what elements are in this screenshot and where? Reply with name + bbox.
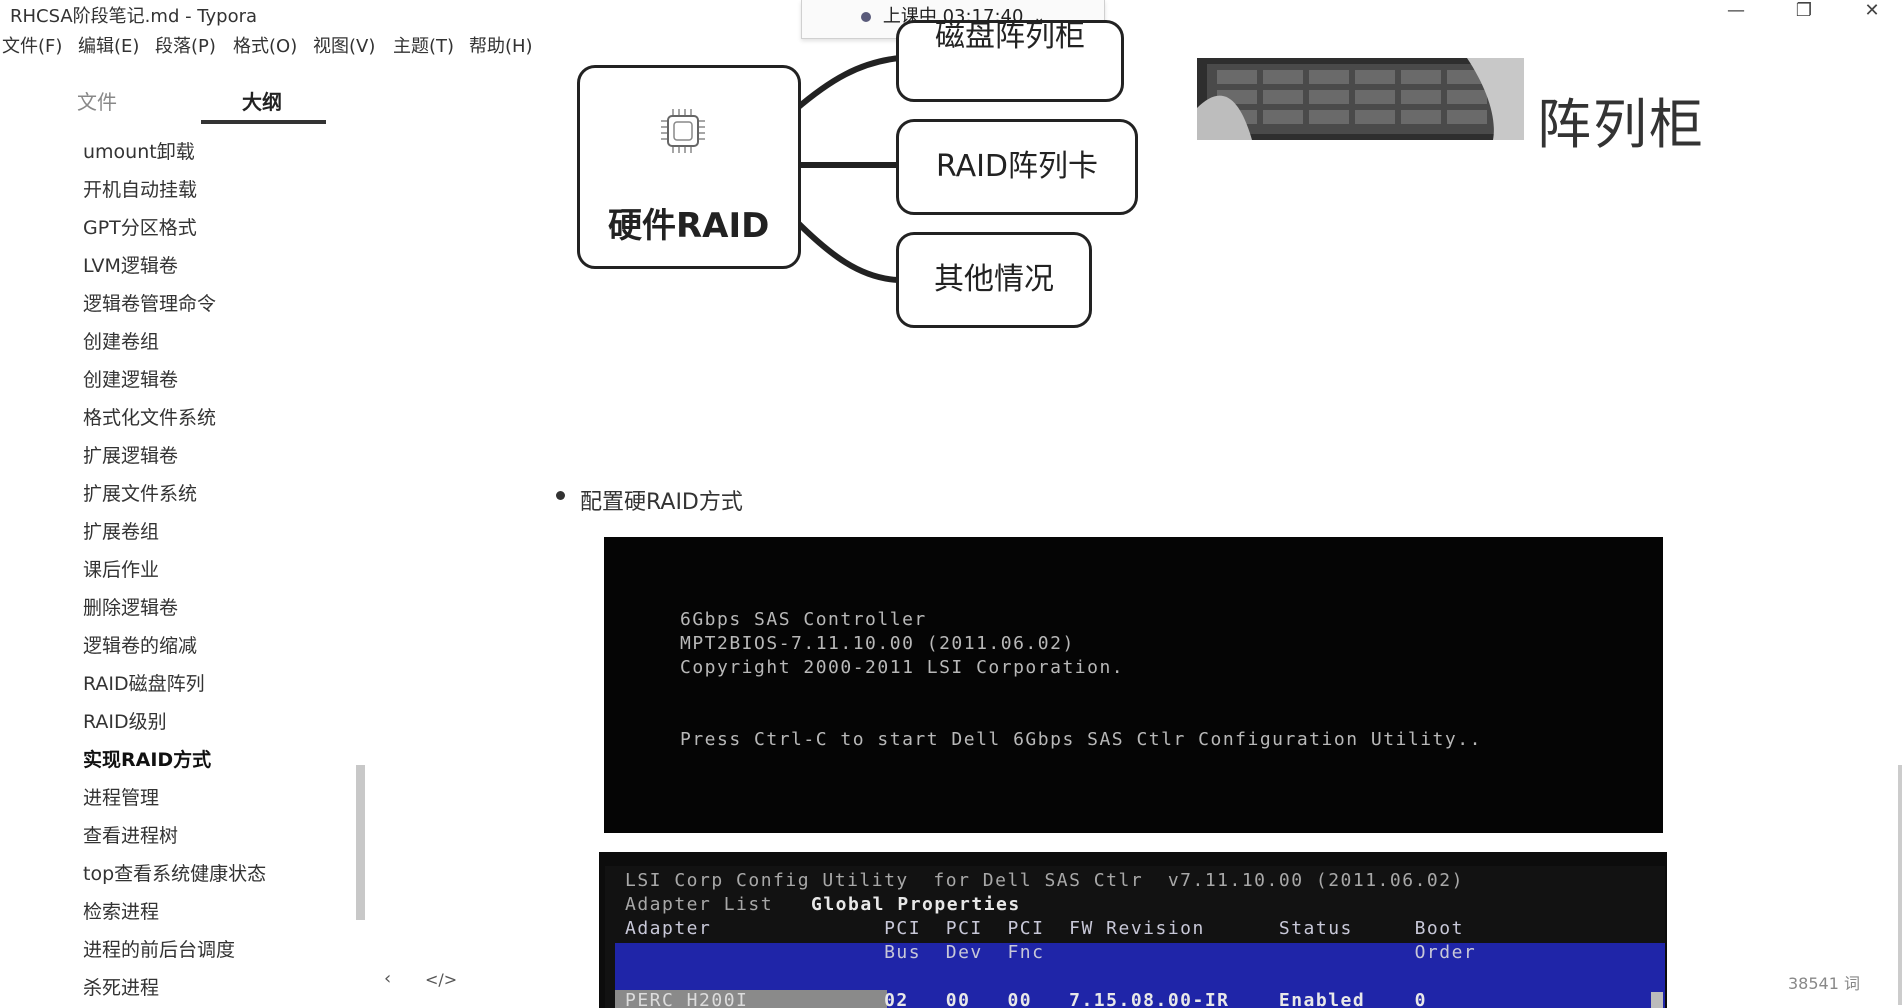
lsi-scrollbar bbox=[1651, 992, 1663, 1008]
chip-icon bbox=[661, 109, 705, 153]
mindmap-node-label: 其他情况 bbox=[934, 262, 1054, 297]
mindmap-node-label: RAID阵列卡 bbox=[935, 149, 1099, 184]
mindmap-node-array-cabinet: 磁盘阵列柜 bbox=[896, 20, 1124, 102]
editor-scrollbar[interactable] bbox=[1898, 765, 1902, 1005]
bios-boot-screenshot: 6Gbps SAS Controller MPT2BIOS-7.11.10.00… bbox=[604, 537, 1663, 833]
lsi-config-panel: LSI Corp Config Utility for Dell SAS Ctl… bbox=[605, 866, 1665, 1008]
mindmap-node-other: 其他情况 bbox=[896, 232, 1092, 328]
bullet-text: 配置硬RAID方式 bbox=[580, 490, 743, 515]
mindmap-root-node: 硬件RAID bbox=[577, 65, 801, 269]
lsi-adapter-list: Adapter List bbox=[625, 894, 774, 915]
bullet-dot bbox=[556, 491, 565, 500]
lsi-header-row: Bus Dev Fnc Order bbox=[625, 942, 1477, 963]
lsi-title: LSI Corp Config Utility for Dell SAS Ctl… bbox=[625, 870, 1464, 891]
bios-line: Press Ctrl-C to start Dell 6Gbps SAS Ctl… bbox=[680, 729, 1482, 750]
lsi-header-row: Adapter PCI PCI PCI FW Revision Status B… bbox=[625, 918, 1464, 939]
mindmap-node-raid-card: RAID阵列卡 bbox=[896, 119, 1138, 215]
mindmap-node-label: 磁盘阵列柜 bbox=[935, 20, 1085, 54]
lsi-config-screenshot: LSI Corp Config Utility for Dell SAS Ctl… bbox=[599, 852, 1667, 1008]
photo-caption: 阵列柜 bbox=[1537, 93, 1705, 156]
lsi-data-row: 02 00 00 7.15.08.00-IR Enabled 0 bbox=[625, 990, 1427, 1008]
lsi-global-properties: Global Properties bbox=[811, 894, 1021, 915]
bios-line: Copyright 2000-2011 LSI Corporation. bbox=[680, 657, 1125, 678]
server-rack-image bbox=[1197, 58, 1524, 140]
bios-line: MPT2BIOS-7.11.10.00 (2011.06.02) bbox=[680, 633, 1075, 654]
bios-line: 6Gbps SAS Controller bbox=[680, 609, 927, 630]
word-count[interactable]: 38541 词 bbox=[1788, 970, 1860, 994]
array-cabinet-photo bbox=[1197, 58, 1524, 140]
mindmap-root-label: 硬件RAID bbox=[608, 206, 770, 246]
